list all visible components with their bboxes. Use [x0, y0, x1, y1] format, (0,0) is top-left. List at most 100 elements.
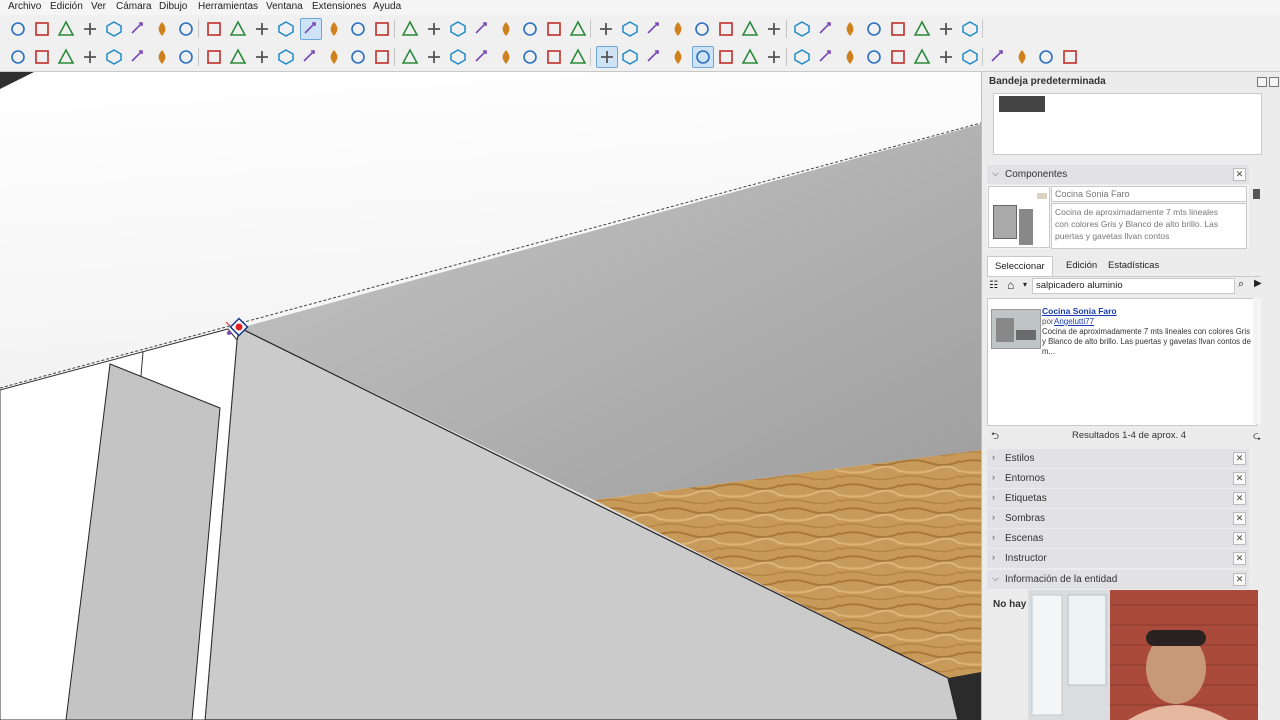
left-view-icon[interactable] [176, 47, 196, 67]
textured-icon[interactable] [324, 47, 344, 67]
move-icon[interactable] [204, 19, 224, 39]
panel-instructor[interactable]: › Instructor ✕ [987, 549, 1249, 568]
panel-entornos[interactable]: › Entornos ✕ [987, 469, 1249, 488]
arc-icon[interactable] [104, 19, 124, 39]
pencil-icon[interactable] [80, 19, 100, 39]
hex2-icon[interactable] [792, 47, 812, 67]
result-author-link[interactable]: Angelutti77 [1054, 317, 1094, 326]
stamp-icon[interactable] [520, 19, 540, 39]
wireframe-icon[interactable] [252, 47, 272, 67]
magnet-active-icon[interactable] [692, 46, 714, 68]
orbit-icon[interactable] [300, 18, 322, 40]
search-input[interactable]: salpicadero aluminio [1032, 278, 1235, 294]
settings-icon[interactable] [472, 47, 492, 67]
menu-extensiones[interactable]: Extensiones [312, 1, 366, 12]
magnet-icon[interactable] [644, 47, 664, 67]
front-view-icon[interactable] [104, 47, 124, 67]
close-icon[interactable]: ✕ [1233, 552, 1246, 565]
tab-estadisticas[interactable]: Estadísticas [1108, 260, 1159, 271]
solid-tools-icon[interactable] [764, 19, 784, 39]
menu-archivo[interactable]: Archivo [8, 1, 41, 12]
shaded-icon[interactable] [300, 47, 320, 67]
xray-icon[interactable] [228, 47, 248, 67]
play-icon[interactable]: ▶ [1254, 278, 1262, 289]
close-icon[interactable]: ✕ [1233, 472, 1246, 485]
chevron-down-icon[interactable]: ▾ [1023, 280, 1027, 289]
view-options-icon[interactable]: ☷ [989, 280, 998, 291]
split-icon[interactable] [864, 19, 884, 39]
offset-icon[interactable] [276, 19, 296, 39]
drape-icon[interactable] [544, 19, 564, 39]
zoom-icon[interactable] [8, 19, 28, 39]
close-icon[interactable]: ✕ [1233, 168, 1246, 181]
model-info-icon[interactable] [888, 19, 908, 39]
right-view-icon[interactable] [128, 47, 148, 67]
hex4-icon[interactable] [840, 47, 860, 67]
tray-close-icon[interactable] [1269, 77, 1279, 87]
panel-sombras[interactable]: › Sombras ✕ [987, 509, 1249, 528]
hex-icon[interactable] [764, 47, 784, 67]
hidden-line-icon[interactable] [276, 47, 296, 67]
styles-icon[interactable] [740, 19, 760, 39]
close-icon[interactable]: ✕ [1233, 532, 1246, 545]
result-title-link[interactable]: Cocina Sonia Faro [1042, 306, 1117, 316]
bottom-view-icon[interactable] [204, 47, 224, 67]
axes-icon[interactable] [644, 19, 664, 39]
push-pull-icon[interactable] [152, 19, 172, 39]
grid1-icon[interactable] [912, 47, 932, 67]
panel-escenas[interactable]: › Escenas ✕ [987, 529, 1249, 548]
panel-entity-info[interactable]: ⌵ Información de la entidad ✕ [987, 570, 1249, 589]
active-drop-icon[interactable] [596, 46, 618, 68]
axis-up-icon[interactable] [1036, 47, 1056, 67]
details-arrow-icon[interactable] [1253, 189, 1260, 199]
hex3-icon[interactable] [816, 47, 836, 67]
section-fill-icon[interactable] [400, 47, 420, 67]
select-icon[interactable] [32, 19, 52, 39]
follow-me-icon[interactable] [176, 19, 196, 39]
menu-herramientas[interactable]: Herramientas [198, 1, 258, 12]
close-icon[interactable] [496, 47, 516, 67]
components-icon[interactable] [912, 19, 932, 39]
tab-edicion[interactable]: Edición [1066, 260, 1097, 271]
section-cut-icon[interactable] [424, 47, 444, 67]
results-scrollbar[interactable] [1253, 298, 1261, 424]
menu-edicion[interactable]: Edición [50, 1, 83, 12]
panel-estilos[interactable]: › Estilos ✕ [987, 449, 1249, 468]
close-icon[interactable]: ✕ [1233, 573, 1246, 586]
menu-ver[interactable]: Ver [91, 1, 106, 12]
explode-icon[interactable] [864, 47, 884, 67]
subtract-icon[interactable] [816, 19, 836, 39]
shape-icon[interactable] [128, 19, 148, 39]
grid3-icon[interactable] [960, 47, 980, 67]
line-tool-icon[interactable] [740, 47, 760, 67]
panel-components-header[interactable]: ⌵ Componentes ✕ [987, 165, 1249, 184]
union-icon[interactable] [792, 19, 812, 39]
scale-icon[interactable] [252, 19, 272, 39]
tab-seleccionar[interactable]: Seleccionar [987, 256, 1053, 276]
look-around-icon[interactable] [400, 19, 420, 39]
menu-camara[interactable]: Cámara [116, 1, 152, 12]
tape-icon[interactable] [596, 19, 616, 39]
prev-page-icon[interactable]: ⮌ [991, 429, 999, 446]
smoove-icon[interactable] [496, 19, 516, 39]
layer-drop-icon[interactable] [620, 47, 640, 67]
grid2-icon[interactable] [936, 47, 956, 67]
next-page-icon[interactable]: ⮎ [1253, 429, 1261, 446]
profile-icon[interactable] [960, 19, 980, 39]
text-icon[interactable] [692, 19, 712, 39]
fill-icon[interactable] [544, 47, 564, 67]
dcl-icon[interactable] [988, 47, 1008, 67]
paint-bucket-icon[interactable] [8, 47, 28, 67]
water-icon[interactable] [520, 47, 540, 67]
drop-icon[interactable] [568, 47, 588, 67]
search-icon[interactable]: ⌕ [1238, 278, 1244, 291]
back-view-icon[interactable] [152, 47, 172, 67]
protractor-icon[interactable] [620, 19, 640, 39]
component-name-field[interactable]: Cocina Sonia Faro [1051, 186, 1247, 202]
rotate-sel-icon[interactable] [888, 47, 908, 67]
section-icon[interactable] [716, 19, 736, 39]
square-icon[interactable] [448, 47, 468, 67]
export-icon[interactable] [1060, 47, 1080, 67]
pan-icon[interactable] [324, 19, 344, 39]
tray-pin-icon[interactable] [1257, 77, 1267, 87]
